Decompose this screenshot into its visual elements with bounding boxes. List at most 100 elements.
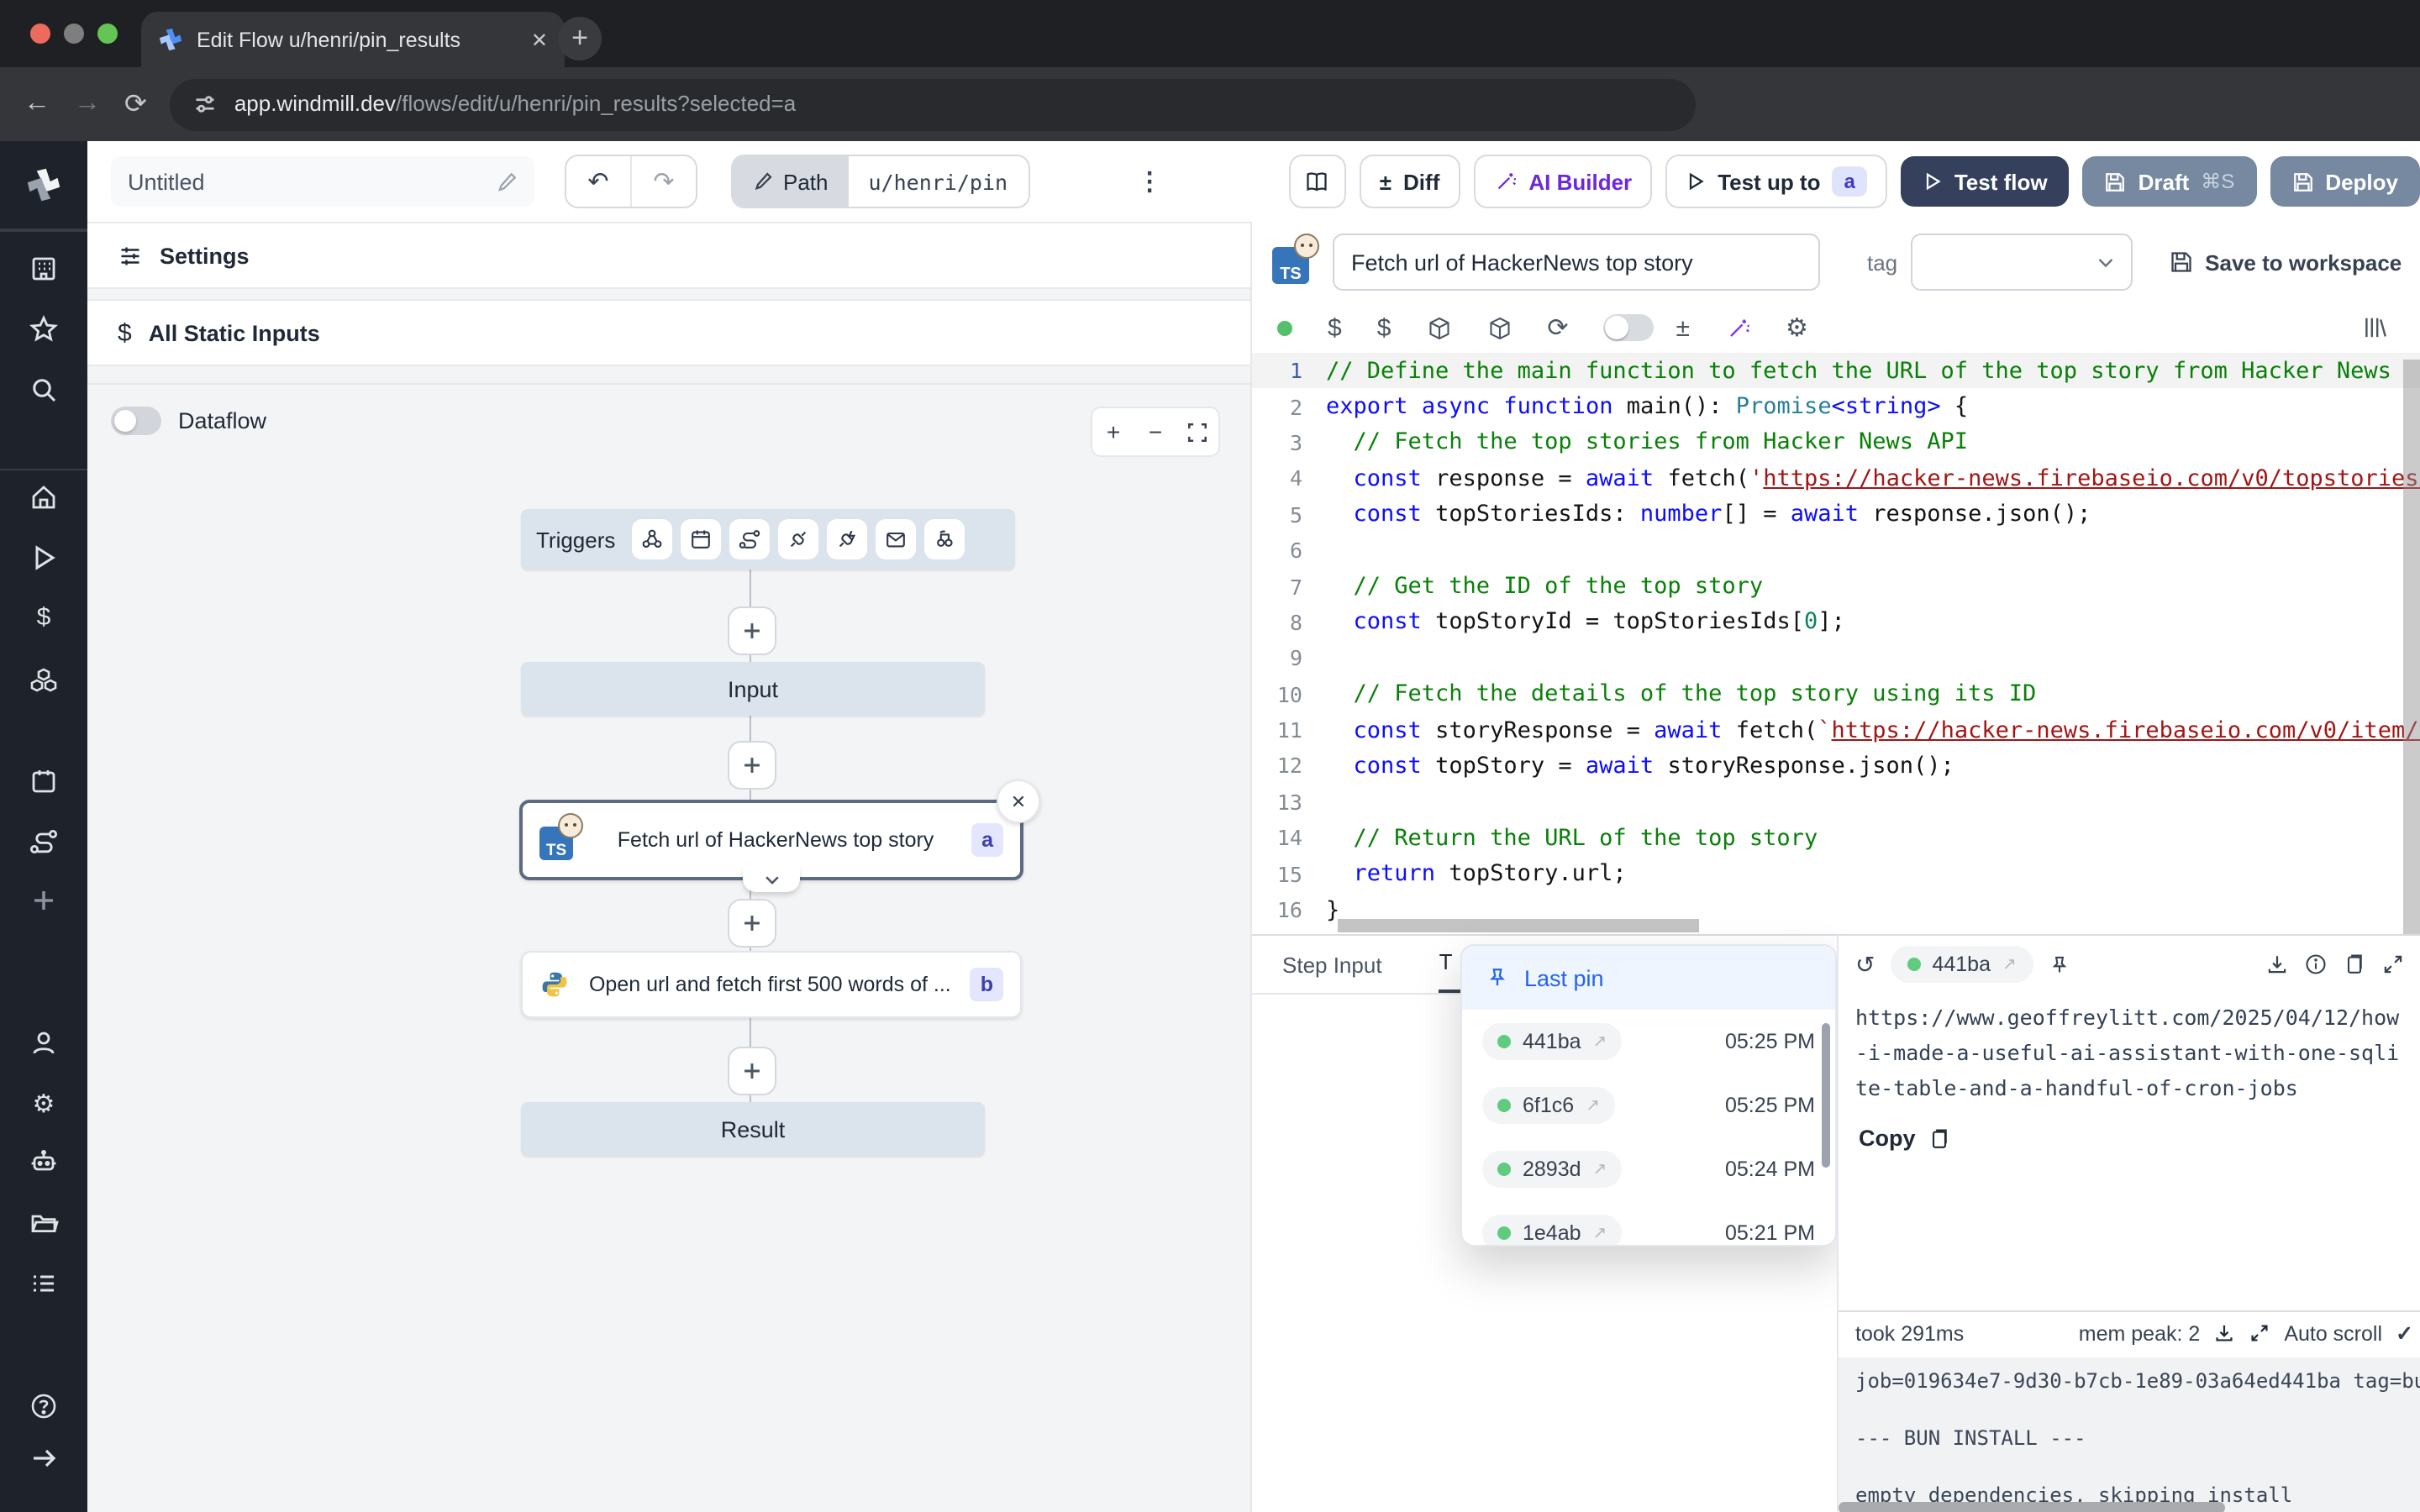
flows-route-icon[interactable] bbox=[0, 816, 87, 867]
add-plus-icon[interactable] bbox=[0, 875, 87, 926]
redo-button[interactable]: ↷ bbox=[630, 156, 696, 207]
code-horizontal-scrollbar[interactable] bbox=[1338, 919, 1699, 932]
package-icon[interactable] bbox=[1426, 315, 1451, 340]
pin-history-item[interactable]: 6f1c6↗05:25 PM bbox=[1462, 1074, 1835, 1137]
autoscroll-check-icon[interactable]: ✓ bbox=[2396, 1320, 2413, 1346]
path-group[interactable]: Path u/henri/pin bbox=[731, 155, 1029, 208]
package-icon[interactable] bbox=[1486, 315, 1512, 340]
library-icon[interactable] bbox=[2361, 314, 2388, 341]
email-icon[interactable] bbox=[876, 519, 916, 559]
job-id-badge[interactable]: 6f1c6↗ bbox=[1482, 1087, 1615, 1124]
external-link-icon[interactable]: ↗ bbox=[1586, 1096, 1600, 1115]
http-route-icon[interactable] bbox=[729, 519, 770, 559]
tab-step-input[interactable]: Step Input bbox=[1282, 953, 1382, 993]
info-icon[interactable] bbox=[2304, 953, 2328, 976]
undo-button[interactable]: ↶ bbox=[566, 156, 630, 207]
job-id-badge[interactable]: 1e4ab↗ bbox=[1482, 1215, 1622, 1247]
dropdown-scrollbar[interactable] bbox=[1822, 1023, 1830, 1168]
kafka-icon[interactable] bbox=[827, 519, 867, 559]
path-value[interactable]: u/henri/pin bbox=[849, 156, 1028, 207]
job-id-badge[interactable]: 2893d↗ bbox=[1482, 1151, 1622, 1188]
add-step-button[interactable] bbox=[728, 606, 776, 655]
code-vertical-scrollbar[interactable] bbox=[2403, 360, 2420, 934]
zoom-out-button[interactable]: − bbox=[1134, 418, 1176, 445]
remove-step-icon[interactable]: ✕ bbox=[997, 780, 1040, 823]
job-id-badge[interactable]: 441ba↗ bbox=[1482, 1023, 1622, 1060]
all-static-inputs-row[interactable]: $ All Static Inputs bbox=[87, 299, 1250, 366]
window-close-button[interactable] bbox=[30, 24, 50, 44]
step-name-input[interactable]: Fetch url of HackerNews top story bbox=[1333, 234, 1820, 291]
reload-icon[interactable]: ⟳ bbox=[124, 87, 147, 121]
code-line[interactable]: 12 const topStory = await storyResponse.… bbox=[1252, 748, 2420, 785]
settings-row[interactable]: Settings bbox=[87, 222, 1250, 289]
folders-icon[interactable] bbox=[0, 1198, 87, 1248]
external-link-icon[interactable]: ↗ bbox=[1593, 1224, 1607, 1242]
settings-gear-icon[interactable]: ⚙ bbox=[0, 1079, 87, 1129]
schedules-calendar-icon[interactable] bbox=[0, 756, 87, 806]
log-horizontal-scrollbar[interactable] bbox=[1839, 1502, 2225, 1512]
windmill-logo[interactable] bbox=[0, 141, 87, 230]
address-bar[interactable]: app.windmill.dev/flows/edit/u/henri/pin_… bbox=[171, 78, 1697, 130]
variables-dollar-icon[interactable]: $ bbox=[0, 591, 87, 642]
schedule-icon[interactable] bbox=[681, 519, 721, 559]
code-line[interactable]: 14 // Return the URL of the top story bbox=[1252, 820, 2420, 856]
settings-gear-icon[interactable]: ⚙ bbox=[1786, 312, 1808, 343]
code-line[interactable]: 9 bbox=[1252, 640, 2420, 676]
log-output[interactable]: job=019634e7-9d30-b7cb-1e89-03a64ed441ba… bbox=[1839, 1357, 2420, 1512]
window-zoom-button[interactable] bbox=[97, 24, 118, 44]
external-link-icon[interactable]: ↗ bbox=[2002, 955, 2017, 974]
code-editor[interactable]: 1// Define the main function to fetch th… bbox=[1252, 353, 2420, 934]
test-flow-button[interactable]: Test flow bbox=[1901, 156, 2070, 207]
draft-button[interactable]: Draft ⌘S bbox=[2083, 156, 2257, 207]
save-to-workspace-button[interactable]: Save to workspace bbox=[2170, 249, 2402, 275]
history-icon[interactable]: ↺ bbox=[1855, 950, 1875, 979]
copy-button[interactable]: Copy bbox=[1839, 1105, 2420, 1151]
expand-icon[interactable] bbox=[2381, 953, 2405, 976]
pin-history-item[interactable]: 2893d↗05:24 PM bbox=[1462, 1137, 1835, 1201]
assets-dollar-icon[interactable]: $ bbox=[1328, 313, 1342, 342]
more-options-icon[interactable]: ⋮ bbox=[1137, 166, 1162, 197]
dataflow-toggle[interactable] bbox=[111, 407, 161, 435]
clipboard-icon[interactable] bbox=[2343, 953, 2366, 976]
poll-icon[interactable] bbox=[924, 519, 965, 559]
flow-canvas[interactable]: Dataflow + − Triggers bbox=[87, 383, 1250, 1512]
external-link-icon[interactable]: ↗ bbox=[1593, 1032, 1607, 1051]
websocket-icon[interactable] bbox=[778, 519, 818, 559]
add-step-button[interactable] bbox=[728, 1047, 776, 1095]
help-icon[interactable] bbox=[0, 1381, 87, 1431]
code-line[interactable]: 3 // Fetch the top stories from Hacker N… bbox=[1252, 425, 2420, 461]
code-line[interactable]: 2export async function main(): Promise<s… bbox=[1252, 389, 2420, 425]
variables-dollar-icon[interactable]: $ bbox=[1377, 313, 1392, 342]
edit-pencil-icon[interactable] bbox=[496, 171, 518, 192]
runs-play-icon[interactable] bbox=[0, 533, 87, 583]
resources-cubes-icon[interactable] bbox=[0, 655, 87, 706]
code-line[interactable]: 4 const response = await fetch('https://… bbox=[1252, 460, 2420, 496]
code-line[interactable]: 5 const topStoriesIds: number[] = await … bbox=[1252, 496, 2420, 533]
user-icon[interactable] bbox=[0, 1018, 87, 1068]
code-line[interactable]: 13 bbox=[1252, 784, 2420, 820]
webhook-icon[interactable] bbox=[632, 519, 672, 559]
expand-step-chevron[interactable] bbox=[743, 867, 800, 892]
new-tab-button[interactable]: + bbox=[558, 17, 602, 60]
add-step-button[interactable] bbox=[728, 741, 776, 790]
collapse-arrow-icon[interactable] bbox=[0, 1433, 87, 1483]
ai-builder-button[interactable]: AI Builder bbox=[1473, 155, 1652, 208]
zoom-in-button[interactable]: + bbox=[1092, 418, 1134, 445]
fit-view-button[interactable] bbox=[1176, 421, 1218, 443]
pin-history-item[interactable]: 441ba↗05:25 PM bbox=[1462, 1010, 1835, 1074]
search-icon[interactable] bbox=[0, 365, 87, 415]
download-icon[interactable] bbox=[2213, 1322, 2235, 1344]
path-button[interactable]: Path bbox=[733, 156, 849, 207]
favorites-star-icon[interactable] bbox=[0, 304, 87, 354]
code-line[interactable]: 6 bbox=[1252, 533, 2420, 569]
window-minimize-button[interactable] bbox=[64, 24, 84, 44]
audit-logs-icon[interactable] bbox=[0, 1258, 87, 1309]
site-settings-icon[interactable] bbox=[194, 92, 218, 116]
forward-icon[interactable]: → bbox=[74, 89, 101, 119]
test-up-to-button[interactable]: Test up to a bbox=[1665, 155, 1887, 208]
workspace-icon[interactable] bbox=[0, 244, 87, 294]
flow-name-field[interactable]: Untitled bbox=[111, 156, 534, 207]
download-icon[interactable] bbox=[2265, 953, 2289, 976]
input-node[interactable]: Input bbox=[521, 662, 985, 716]
result-url[interactable]: https://www.geoffreylitt.com/2025/04/12/… bbox=[1839, 993, 2420, 1105]
